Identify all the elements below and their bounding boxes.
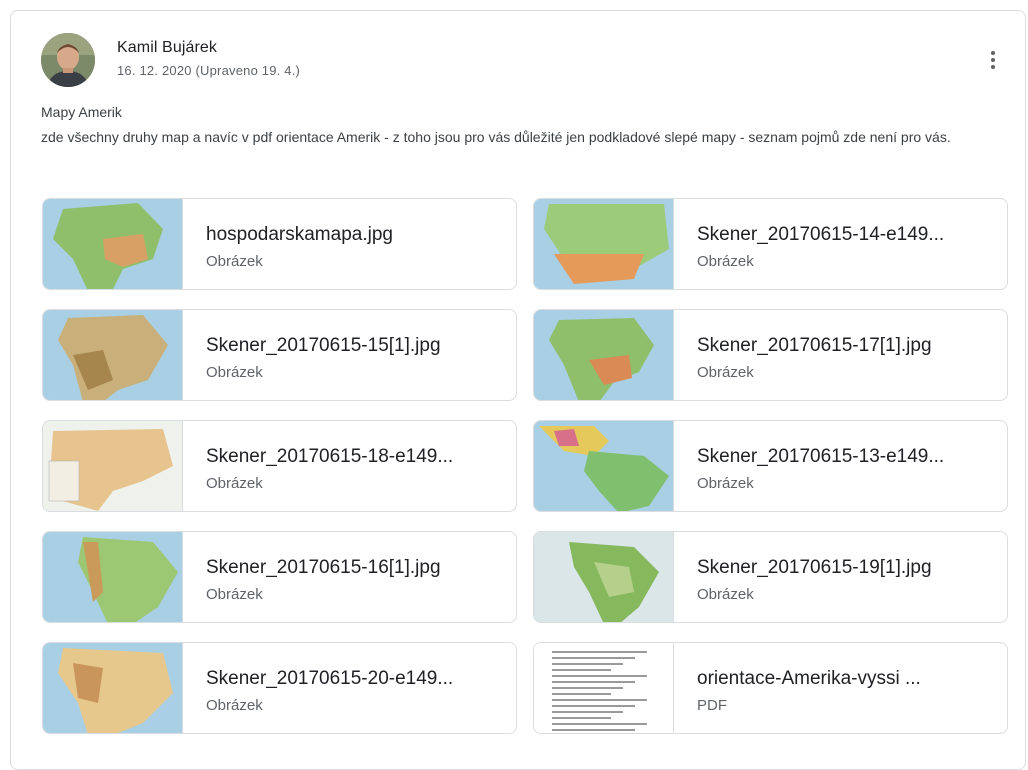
attachment-card[interactable]: Skener_20170615-19[1].jpg Obrázek <box>533 531 1008 623</box>
attachment-card[interactable]: hospodarskamapa.jpg Obrázek <box>42 198 517 290</box>
attachment-name: Skener_20170615-17[1].jpg <box>697 335 932 356</box>
pdf-thumbnail <box>534 643 674 733</box>
attachment-card[interactable]: Skener_20170615-16[1].jpg Obrázek <box>42 531 517 623</box>
more-options-button[interactable] <box>978 44 1008 76</box>
attachment-type: Obrázek <box>206 364 263 381</box>
attachment-type: Obrázek <box>697 586 754 603</box>
post-date: 16. 12. 2020 (Upraveno 19. 4.) <box>117 63 301 78</box>
attachment-name: Skener_20170615-13-e149... <box>697 446 945 467</box>
attachment-card[interactable]: Skener_20170615-13-e149... Obrázek <box>533 420 1008 512</box>
attachment-name: orientace-Amerika-vyssi ... <box>697 668 921 689</box>
attachment-name: Skener_20170615-20-e149... <box>206 668 454 689</box>
author-name: Kamil Bujárek <box>117 39 218 56</box>
attachment-type: Obrázek <box>206 475 263 492</box>
attachment-name: Skener_20170615-14-e149... <box>697 224 945 245</box>
attachment-type: Obrázek <box>697 364 754 381</box>
attachment-type: PDF <box>697 697 727 714</box>
attachment-type: Obrázek <box>697 253 754 270</box>
author-avatar[interactable] <box>41 33 95 87</box>
map-thumbnail <box>534 421 674 511</box>
attachment-name: hospodarskamapa.jpg <box>206 224 393 245</box>
map-thumbnail <box>534 532 674 622</box>
attachment-card[interactable]: Skener_20170615-14-e149... Obrázek <box>533 198 1008 290</box>
attachment-name: Skener_20170615-18-e149... <box>206 446 454 467</box>
attachment-card[interactable]: orientace-Amerika-vyssi ... PDF <box>533 642 1008 734</box>
attachment-type: Obrázek <box>206 697 263 714</box>
more-vert-icon <box>991 51 995 55</box>
attachment-card[interactable]: Skener_20170615-17[1].jpg Obrázek <box>533 309 1008 401</box>
attachment-card[interactable]: Skener_20170615-15[1].jpg Obrázek <box>42 309 517 401</box>
attachment-card[interactable]: Skener_20170615-20-e149... Obrázek <box>42 642 517 734</box>
map-thumbnail <box>534 199 674 289</box>
map-thumbnail <box>43 532 183 622</box>
attachment-name: Skener_20170615-19[1].jpg <box>697 557 932 578</box>
map-thumbnail <box>43 643 183 733</box>
post-title: Mapy Amerik <box>41 104 122 120</box>
attachment-name: Skener_20170615-16[1].jpg <box>206 557 441 578</box>
attachment-type: Obrázek <box>697 475 754 492</box>
map-thumbnail <box>43 310 183 400</box>
map-thumbnail <box>43 199 183 289</box>
attachment-type: Obrázek <box>206 253 263 270</box>
attachment-name: Skener_20170615-15[1].jpg <box>206 335 441 356</box>
attachment-card[interactable]: Skener_20170615-18-e149... Obrázek <box>42 420 517 512</box>
post-body: zde všechny druhy map a navíc v pdf orie… <box>41 129 951 145</box>
attachment-type: Obrázek <box>206 586 263 603</box>
map-thumbnail <box>43 421 183 511</box>
map-thumbnail <box>534 310 674 400</box>
